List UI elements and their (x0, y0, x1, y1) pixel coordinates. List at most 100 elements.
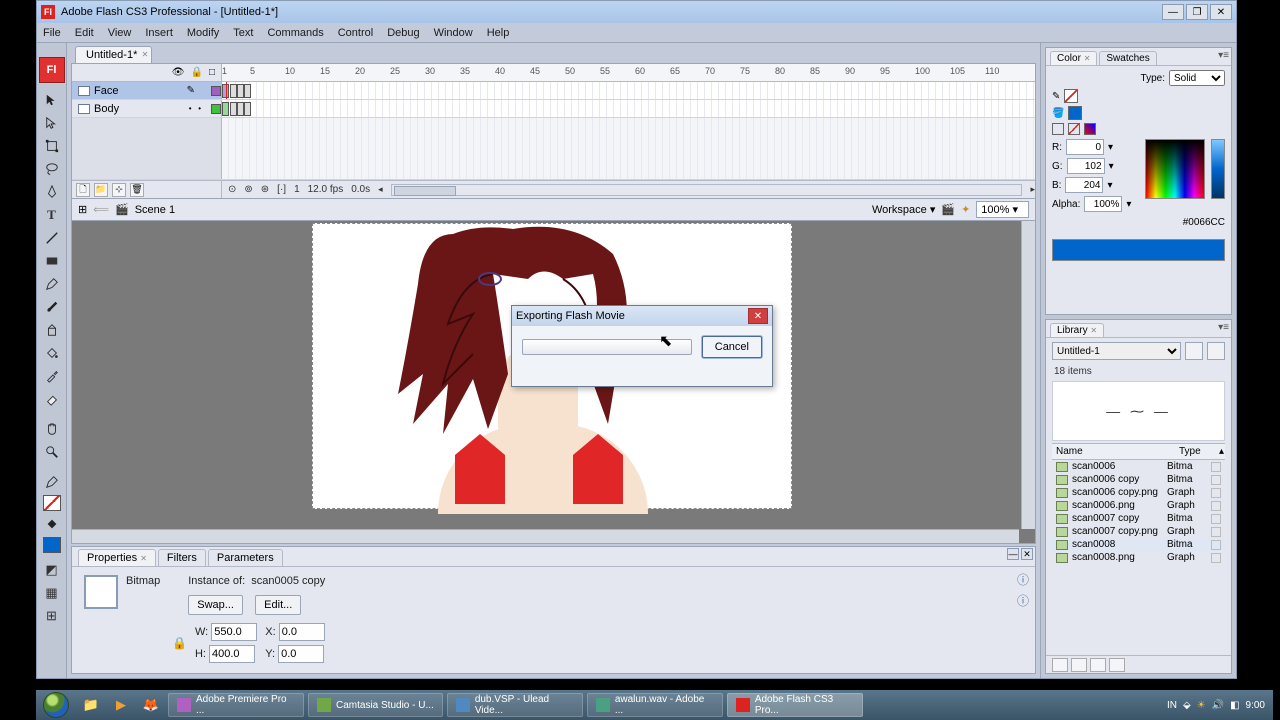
edit-symbol-icon[interactable]: ✦ (961, 203, 970, 216)
r-input[interactable] (1066, 139, 1104, 155)
alpha-input[interactable] (1084, 196, 1122, 212)
dialog-close-button[interactable]: ✕ (748, 308, 768, 324)
free-transform-tool-icon[interactable] (40, 135, 64, 157)
frame-ruler[interactable]: 1510152025303540455055606570758085909510… (222, 64, 1035, 81)
maximize-button[interactable]: ❐ (1186, 4, 1208, 20)
properties-icon[interactable] (1090, 658, 1106, 672)
pin-icon[interactable] (1185, 342, 1203, 360)
menu-file[interactable]: File (43, 27, 61, 39)
lasso-tool-icon[interactable] (40, 158, 64, 180)
fill-bucket-icon[interactable]: 🪣 (1052, 108, 1064, 119)
zoom-tool-icon[interactable] (40, 441, 64, 463)
line-tool-icon[interactable] (40, 227, 64, 249)
hue-slider[interactable] (1211, 139, 1225, 199)
cancel-button[interactable]: Cancel (702, 336, 762, 358)
lock-icon[interactable]: 🔒 (191, 67, 203, 78)
eye-icon[interactable]: 👁 (172, 67, 185, 78)
b-input[interactable] (1065, 177, 1103, 193)
taskbar-button[interactable]: Adobe Premiere Pro ... (168, 693, 304, 717)
panel-options-icon[interactable]: ▾≡ (1218, 322, 1229, 333)
col-name[interactable]: Name (1052, 444, 1175, 459)
text-tool-icon[interactable]: T (40, 204, 64, 226)
start-button[interactable] (36, 690, 76, 720)
width-input[interactable] (211, 623, 257, 641)
panel-close-icon[interactable]: ✕ (1021, 548, 1033, 560)
eraser-tool-icon[interactable] (40, 388, 64, 410)
tray-icon[interactable]: ◧ (1230, 700, 1239, 711)
firefox-icon[interactable]: 🦊 (138, 694, 164, 716)
brush-tool-icon[interactable] (40, 296, 64, 318)
menu-debug[interactable]: Debug (387, 27, 419, 39)
bw-icon[interactable] (1052, 123, 1064, 135)
document-tab[interactable]: Untitled-1* ✕ (75, 46, 152, 63)
panel-options-icon[interactable]: ▾≡ (1218, 50, 1229, 61)
library-item[interactable]: scan0006 copyBitma (1052, 473, 1225, 486)
stroke-color-tool-icon[interactable] (40, 471, 64, 493)
stage-hscrollbar[interactable] (72, 529, 1019, 543)
workspace-menu[interactable]: Workspace ▾ (872, 203, 935, 216)
stroke-color-swatch[interactable] (43, 495, 61, 511)
onion-icon-3[interactable]: ⊛ (261, 184, 269, 195)
hex-value[interactable]: #0066CC (1183, 217, 1225, 228)
nocolor-icon[interactable] (1068, 123, 1080, 135)
panel-min-icon[interactable]: — (1007, 548, 1019, 560)
new-layer-icon[interactable]: 🗋 (76, 183, 90, 197)
onion-icon-2[interactable]: ⊚ (244, 184, 252, 195)
x-input[interactable] (279, 623, 325, 641)
layer-body[interactable]: Body • • (72, 100, 222, 117)
taskbar-button[interactable]: Camtasia Studio - U... (308, 693, 443, 717)
close-button[interactable]: ✕ (1210, 4, 1232, 20)
tool-option-2-icon[interactable]: ▦ (40, 582, 64, 604)
menu-commands[interactable]: Commands (267, 27, 323, 39)
swap-button[interactable]: Swap... (188, 595, 243, 615)
new-folder-icon[interactable]: 📁 (94, 183, 108, 197)
outline-icon[interactable]: □ (209, 67, 215, 78)
library-item[interactable]: scan0008Bitma (1052, 538, 1225, 551)
fill-color-chip[interactable] (1068, 106, 1082, 120)
col-type[interactable]: Type (1175, 444, 1215, 459)
explorer-icon[interactable]: 📁 (78, 694, 104, 716)
pencil-tool-icon[interactable] (40, 273, 64, 295)
media-player-icon[interactable]: ▶ (108, 694, 134, 716)
menu-insert[interactable]: Insert (145, 27, 173, 39)
subselection-tool-icon[interactable] (40, 112, 64, 134)
rectangle-tool-icon[interactable] (40, 250, 64, 272)
swap-colors-icon[interactable] (1084, 123, 1096, 135)
delete-layer-icon[interactable]: 🗑 (130, 183, 144, 197)
menu-text[interactable]: Text (233, 27, 253, 39)
y-input[interactable] (278, 645, 324, 663)
tool-option-3-icon[interactable]: ⊞ (40, 605, 64, 627)
library-item[interactable]: scan0007 copy.pngGraph (1052, 525, 1225, 538)
stage-vscrollbar[interactable] (1021, 221, 1035, 529)
tab-filters[interactable]: Filters (158, 549, 206, 566)
tray-icon[interactable]: ☀ (1197, 700, 1206, 711)
menu-control[interactable]: Control (338, 27, 373, 39)
help-icon-2[interactable]: ⓘ (1017, 592, 1029, 609)
stroke-pencil-icon[interactable]: ✎ (1052, 91, 1060, 102)
zoom-dropdown[interactable]: 100% ▾ (976, 201, 1029, 218)
delete-icon[interactable] (1109, 658, 1125, 672)
library-item[interactable]: scan0006Bitma (1052, 460, 1225, 473)
tray-icon[interactable]: ⬙ (1183, 700, 1191, 711)
system-tray[interactable]: IN ⬙ ☀ 🔊 ◧ 9:00 (1159, 700, 1273, 711)
close-tab-icon[interactable]: ✕ (142, 50, 149, 59)
fill-color-tool-icon[interactable] (40, 513, 64, 535)
paint-bucket-tool-icon[interactable] (40, 342, 64, 364)
layer-face[interactable]: Face ✎ (72, 82, 222, 99)
menu-modify[interactable]: Modify (187, 27, 219, 39)
tab-properties[interactable]: Properties ✕ (78, 549, 156, 566)
menu-edit[interactable]: Edit (75, 27, 94, 39)
library-doc-dropdown[interactable]: Untitled-1 (1052, 342, 1181, 360)
library-item[interactable]: scan0007 copyBitma (1052, 512, 1225, 525)
help-icon[interactable]: ⓘ (1017, 571, 1029, 588)
new-symbol-icon[interactable] (1052, 658, 1068, 672)
tab-swatches[interactable]: Swatches (1099, 51, 1156, 65)
new-lib-icon[interactable] (1207, 342, 1225, 360)
ink-bottle-tool-icon[interactable] (40, 319, 64, 341)
eyedropper-tool-icon[interactable] (40, 365, 64, 387)
edit-scene-icon[interactable]: ⊞ (78, 203, 87, 216)
color-spectrum[interactable] (1145, 139, 1205, 199)
menu-window[interactable]: Window (434, 27, 473, 39)
g-input[interactable] (1067, 158, 1105, 174)
library-header[interactable]: Name Type ▴ (1052, 444, 1225, 460)
